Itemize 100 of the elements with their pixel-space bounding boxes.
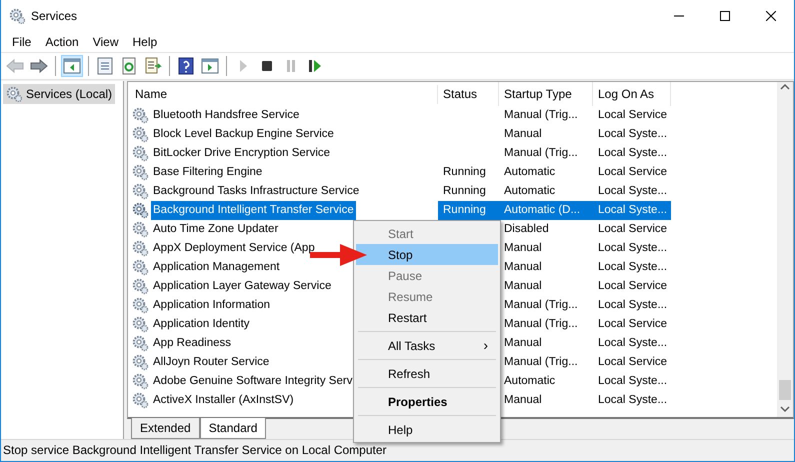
menu-item[interactable]: Properties <box>356 391 498 412</box>
table-cell-text: Application Identity <box>152 317 251 332</box>
gear-icon <box>132 392 149 409</box>
gear-icon <box>132 126 149 143</box>
table-cell-text: Application Layer Gateway Service <box>152 279 332 294</box>
table-cell-text: Bluetooth Handsfree Service <box>152 108 300 123</box>
view-tab[interactable]: Extended <box>131 418 200 439</box>
maximize-icon <box>720 11 730 21</box>
window-title: Services <box>31 8 78 25</box>
table-cell: Local Syste... <box>598 337 668 349</box>
gear-icon <box>132 278 149 295</box>
scrollbar[interactable] <box>777 82 793 417</box>
menu-item[interactable]: View <box>86 33 126 51</box>
gear-icon <box>132 145 149 162</box>
gear-icon <box>6 86 22 102</box>
table-cell: Disabled <box>504 223 549 235</box>
view-tab[interactable]: Standard <box>200 418 266 439</box>
column-header[interactable]: Name <box>128 84 438 104</box>
submenu-arrow-icon: › <box>483 335 488 356</box>
gear-icon <box>132 316 149 333</box>
table-cell-text: AllJoyn Router Service <box>152 355 270 370</box>
table-cell-text: Auto Time Zone Updater <box>152 222 280 237</box>
menu-item[interactable]: Help <box>356 419 498 440</box>
close-icon <box>766 11 776 21</box>
table-cell: Automatic <box>504 166 556 178</box>
table-cell: Automatic <box>504 185 556 197</box>
table-cell: Manual <box>504 394 542 406</box>
table-cell: Running <box>443 185 486 197</box>
table-cell: Local Syste... <box>598 147 668 159</box>
table-cell-text: Application Management <box>152 260 281 275</box>
gear-icon <box>132 240 149 257</box>
gear-icon <box>132 164 149 181</box>
table-cell: Running <box>443 166 486 178</box>
column-header[interactable]: Status <box>438 82 499 106</box>
table-cell: Local Service <box>598 356 668 368</box>
table-cell: Automatic <box>504 375 556 387</box>
table-cell-text: Background Tasks Infrastructure Service <box>152 184 360 199</box>
gear-icon <box>132 335 149 352</box>
menu-item[interactable]: Stop <box>356 244 498 265</box>
column-header[interactable]: Log On As <box>593 82 671 106</box>
table-cell: Local Service <box>598 109 668 121</box>
table-cell: Local Syste... <box>598 242 668 254</box>
menu-item[interactable]: File <box>5 33 38 51</box>
tree-item[interactable]: Services (Local) <box>3 84 116 104</box>
table-cell: Manual (Trig... <box>504 318 578 330</box>
table-cell-text: App Readiness <box>152 336 232 351</box>
menu-item[interactable]: All Tasks › <box>356 335 498 356</box>
refresh-icon <box>120 57 138 75</box>
table-cell: Background Intelligent Transfer Service <box>151 201 356 220</box>
gear-icon <box>132 354 149 371</box>
gear-icon <box>132 221 149 238</box>
table-cell: Manual <box>504 337 542 349</box>
scroll-down-icon <box>780 404 790 414</box>
table-cell: Local Syste... <box>598 204 668 216</box>
table-cell: Manual <box>504 280 542 292</box>
gear-icon <box>132 297 149 314</box>
table-cell: Local Syste... <box>598 261 668 273</box>
table-cell: Local Syste... <box>598 128 668 140</box>
table-cell: Local Service <box>598 318 668 330</box>
export-icon <box>144 57 162 75</box>
properties-icon <box>96 57 114 75</box>
table-cell: Local Syste... <box>598 375 668 387</box>
column-header[interactable]: Startup Type <box>499 82 593 106</box>
table-cell: Local Service <box>598 280 668 292</box>
gear-icon <box>132 259 149 276</box>
menu-item[interactable]: Refresh <box>356 363 498 384</box>
table-cell-text: AppX Deployment Service (App <box>152 241 316 256</box>
table-cell: Manual (Trig... <box>504 356 578 368</box>
menu-item[interactable]: Action <box>38 33 86 51</box>
gear-icon <box>9 8 25 24</box>
table-cell: Local Service <box>598 223 668 235</box>
gear-icon <box>132 373 149 390</box>
gear-icon <box>132 183 149 200</box>
scroll-up-icon <box>780 82 790 92</box>
table-cell-text: Adobe Genuine Software Integrity Serv <box>152 374 354 389</box>
help-icon <box>177 57 195 75</box>
table-cell-text: Base Filtering Engine <box>152 165 264 180</box>
table-cell: Manual <box>504 128 542 140</box>
table-cell: Manual <box>504 242 542 254</box>
scroll-thumb[interactable] <box>779 380 791 400</box>
table-cell-text: Block Level Backup Engine Service <box>152 127 335 142</box>
gear-icon <box>132 107 149 124</box>
table-cell: Manual (Trig... <box>504 109 578 121</box>
console-tree-button[interactable] <box>61 55 83 77</box>
back-icon <box>6 57 24 75</box>
menu-item[interactable]: Restart <box>356 307 498 328</box>
action-pane-icon <box>201 57 219 75</box>
menu-label: All Tasks <box>388 338 436 354</box>
table-cell-text: BitLocker Drive Encryption Service <box>152 146 332 161</box>
table-cell: Automatic (D... <box>504 204 580 216</box>
menu-item[interactable]: Help <box>126 33 164 51</box>
table-cell-text: Application Information <box>152 298 271 313</box>
gear-icon <box>132 202 149 219</box>
table-cell: Manual (Trig... <box>504 147 578 159</box>
table-cell: Local Syste... <box>598 185 668 197</box>
table-cell: Manual (Trig... <box>504 299 578 311</box>
console-tree-icon <box>63 57 81 75</box>
table-cell: Local Syste... <box>598 299 668 311</box>
table-cell: Running <box>443 204 486 216</box>
table-cell-text: ActiveX Installer (AxInstSV) <box>152 393 295 408</box>
